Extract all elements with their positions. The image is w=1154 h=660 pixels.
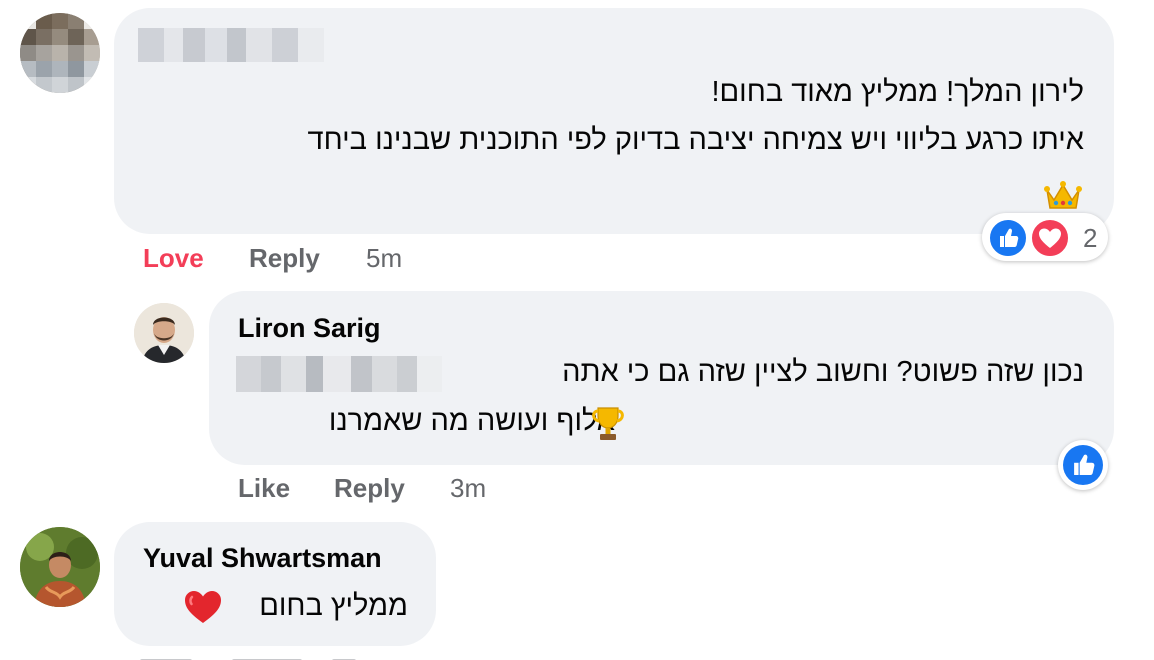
action-row-cutoff: [140, 650, 380, 660]
avatar[interactable]: [20, 527, 100, 607]
love-icon: [1030, 218, 1070, 258]
comment-text-line: אלוף ועושה מה שאמרנו: [328, 405, 615, 437]
like-icon: [988, 218, 1028, 258]
reply-button[interactable]: Reply: [249, 243, 320, 274]
redacted-mention[interactable]: [236, 356, 442, 392]
comment-bubble: [114, 522, 436, 646]
trophy-icon: [592, 407, 624, 440]
comment-text-line: נכון שזה פשוט? וחשוב לציין שזה גם כי אתה: [562, 356, 1084, 388]
reply-button[interactable]: Reply: [334, 473, 405, 504]
love-reaction-button[interactable]: Love: [143, 243, 204, 274]
like-icon: [1063, 445, 1103, 485]
timestamp[interactable]: 3m: [450, 473, 486, 504]
avatar[interactable]: [134, 303, 194, 363]
reaction-count: 2: [1083, 223, 1098, 253]
reactions-summary[interactable]: [1058, 440, 1108, 490]
author-name[interactable]: Liron Sarig: [238, 313, 381, 344]
avatar[interactable]: [20, 13, 100, 93]
red-heart-icon: [185, 591, 221, 623]
author-name[interactable]: Yuval Shwartsman: [143, 543, 382, 574]
like-button[interactable]: Like: [238, 473, 290, 504]
crown-icon: [1044, 181, 1082, 209]
comment-text-line: איתו כרגע בליווי ויש צמיחה יציבה בדיוק ל…: [307, 124, 1084, 156]
timestamp[interactable]: 5m: [366, 243, 402, 274]
comment-text-line: לירון המלך! ממליץ מאוד בחום!: [711, 76, 1084, 108]
comment-text-line: ממליץ בחום: [259, 590, 408, 622]
redacted-author-name[interactable]: [138, 28, 324, 62]
